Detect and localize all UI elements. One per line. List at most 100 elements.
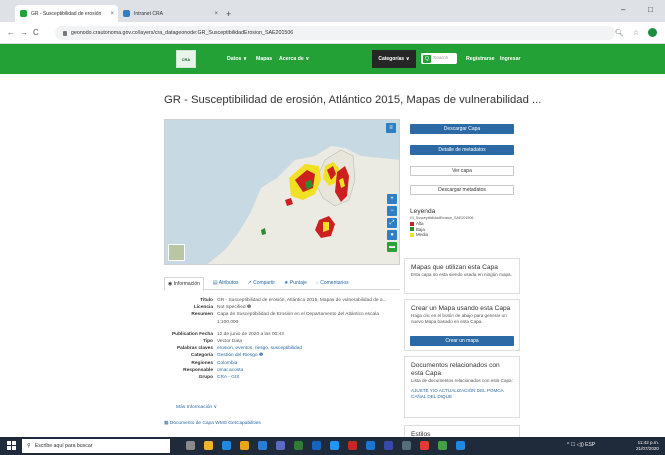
maximize-button[interactable]: □	[648, 5, 653, 14]
info-value: Not Specified ❶	[217, 305, 252, 311]
taskbar-app-icon[interactable]	[420, 441, 429, 450]
favicon-icon	[123, 10, 130, 17]
reload-icon[interactable]: C	[33, 28, 39, 37]
categories-button[interactable]: Categorías ∨	[372, 50, 416, 68]
legend-swatch	[410, 221, 414, 226]
info-key: Responsable	[183, 367, 213, 373]
related-docs-title: Documentos relacionados con esta Capa	[411, 362, 500, 377]
browser-tab-bar: GR - Susceptibilidad de erosión × Intran…	[0, 0, 665, 22]
metadata-detail-button[interactable]: Detalle de metadatos	[410, 145, 514, 155]
system-tray-icons[interactable]: ^ ☐ ◁)) ESP	[567, 442, 595, 448]
related-docs-text: Lista de documentos relacionados con est…	[411, 378, 513, 383]
star-icon[interactable]: ☆	[633, 29, 639, 37]
tab-comentarios[interactable]: ◌ Comentarios	[316, 280, 349, 286]
zoom-in-button[interactable]: +	[387, 194, 397, 204]
view-layer-button[interactable]: Ver capa	[410, 166, 514, 176]
info-value[interactable]: omar.acosta	[217, 367, 400, 374]
nav-acerca-de[interactable]: Acerca de ∨	[279, 56, 309, 62]
nav-mapas[interactable]: Mapas	[256, 56, 272, 62]
taskbar-app-icon[interactable]	[294, 441, 303, 450]
taskbar-app-icon[interactable]	[330, 441, 339, 450]
info-value: 12 de junio de 2020 a las 00:43	[217, 331, 284, 337]
maps-using-text: Esta capa no esta siendo usada en ningún…	[411, 272, 512, 277]
taskbar-app-icon[interactable]	[456, 441, 465, 450]
documents-link-text: Documento de Capa WMS GetCapabilities	[169, 421, 261, 426]
info-value: GR - Susceptibilidad de erosión, Atlánti…	[217, 298, 387, 303]
search-input[interactable]: Q Search	[421, 53, 457, 64]
taskbar-app-icon[interactable]	[402, 441, 411, 450]
tab-atributos[interactable]: ▤ Atributos	[213, 280, 239, 286]
browser-tab-inactive[interactable]: Intranet CRA ×	[118, 5, 222, 22]
cra-logo[interactable]: CRA	[176, 50, 196, 68]
create-map-button[interactable]: Crear un mapa	[410, 336, 514, 346]
measure-icon[interactable]: ▬	[387, 242, 397, 252]
minimap-thumbnail[interactable]	[168, 244, 185, 261]
fullscreen-icon[interactable]: ⤢	[387, 218, 397, 228]
map-canvas	[165, 120, 399, 264]
taskbar-app-icon[interactable]	[348, 441, 357, 450]
info-key: Publication Fecha	[171, 331, 213, 337]
taskbar-app-icon[interactable]	[384, 441, 393, 450]
taskbar-search-input[interactable]: ⚲ Escribe aquí para buscar	[22, 439, 170, 453]
login-link[interactable]: Ingresar	[500, 56, 520, 62]
create-map-text: Haga clic en el botón de abajo para gene…	[411, 313, 507, 324]
related-doc-link[interactable]: AJUSTE Y/O ACTUALIZACIÓN DEL POMCA CAÑAL…	[411, 388, 513, 400]
windows-start-icon[interactable]	[7, 441, 16, 450]
table-icon: ▤	[212, 279, 218, 286]
share-icon: ↗	[247, 279, 252, 286]
locate-icon[interactable]: ●	[387, 230, 397, 240]
taskbar-app-icon[interactable]	[186, 441, 195, 450]
new-tab-button[interactable]: +	[226, 9, 231, 19]
taskbar-search-placeholder: Escribe aquí para buscar	[34, 443, 93, 449]
minimize-button[interactable]: –	[621, 5, 625, 14]
zoom-out-button[interactable]: −	[387, 206, 397, 216]
close-tab-icon[interactable]: ×	[110, 11, 114, 17]
zoom-icon[interactable]: 🔍︎	[615, 29, 624, 37]
info-row: Grupo CRA - GIS	[164, 374, 400, 381]
register-link[interactable]: Registrarse	[466, 56, 495, 62]
clock-date: 21/07/2020	[636, 445, 659, 451]
browser-tab-active[interactable]: GR - Susceptibilidad de erosión ×	[15, 5, 118, 22]
maps-using-panel: Mapas que utilizan esta Capa Esta capa n…	[404, 258, 520, 294]
legend-label: Media	[416, 232, 428, 237]
nav-datos[interactable]: Datos ∨	[227, 56, 247, 62]
info-value[interactable]: CRA - GIS	[217, 374, 400, 381]
taskbar-app-icon[interactable]	[276, 441, 285, 450]
legend-swatch	[410, 232, 414, 237]
info-value[interactable]: Gestión del Riesgo ❶	[217, 352, 400, 359]
info-key: Regiones	[191, 360, 213, 366]
taskbar-app-icon[interactable]	[312, 441, 321, 450]
info-key: Licencia	[193, 305, 213, 311]
map-viewer[interactable]: ≡ + − ⤢ ● ▬	[164, 119, 400, 265]
taskbar-app-icon[interactable]	[438, 441, 447, 450]
taskbar-app-icon[interactable]	[258, 441, 267, 450]
favicon-icon	[20, 10, 27, 17]
site-header: CRA Datos ∨ Mapas Acerca de ∨ Categorías…	[0, 44, 665, 74]
layers-icon[interactable]: ≡	[386, 123, 396, 133]
profile-avatar[interactable]	[648, 28, 657, 37]
info-row: Licencia Not Specified ❶	[164, 304, 400, 311]
close-tab-icon[interactable]: ×	[214, 11, 218, 17]
taskbar-app-icon[interactable]	[204, 441, 213, 450]
documents-link[interactable]: ▦ Documento de Capa WMS GetCapabilities	[164, 421, 261, 426]
taskbar-app-icon[interactable]	[366, 441, 375, 450]
create-map-title: Crear un Mapa usando esta Capa	[411, 305, 511, 312]
tab-compartir[interactable]: ↗ Compartir	[247, 280, 275, 286]
taskbar-clock[interactable]: 11:42 p.m. 21/07/2020	[636, 440, 659, 451]
info-value: Vector Data	[217, 339, 243, 345]
tab-informacion[interactable]: ◉ Información	[164, 276, 204, 291]
forward-icon[interactable]: →	[20, 28, 28, 37]
url-input[interactable]: geonodo.crautonoma.gov.co/layers/cra_dat…	[55, 26, 615, 40]
info-row: Publication Fecha 12 de junio de 2020 a l…	[164, 331, 400, 338]
info-row: Responsable omar.acosta	[164, 367, 400, 374]
back-icon[interactable]: ←	[7, 28, 15, 37]
info-value[interactable]: Colombia	[217, 360, 400, 367]
download-metadata-button[interactable]: Descargar metadatos	[410, 185, 514, 195]
download-layer-button[interactable]: Descargar Capa	[410, 124, 514, 134]
more-info-link[interactable]: Más Información ∨	[176, 404, 217, 410]
taskbar-app-icon[interactable]	[240, 441, 249, 450]
tab-puntaje[interactable]: ★ Puntaje	[284, 280, 307, 286]
info-value[interactable]: erosion, eventos, riesgo, susceptibilida…	[217, 345, 400, 352]
maps-using-title: Mapas que utilizan esta Capa	[411, 264, 498, 271]
taskbar-app-icon[interactable]	[222, 441, 231, 450]
